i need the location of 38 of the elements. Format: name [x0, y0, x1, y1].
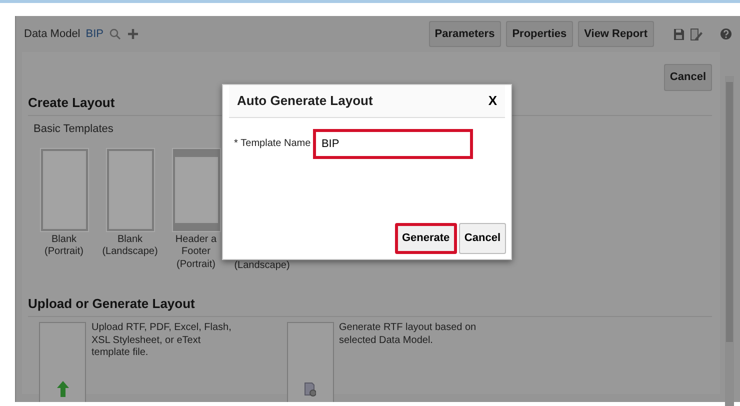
toolbar-button[interactable]: View Report: [578, 20, 654, 48]
template-label: Blank: [116, 234, 144, 246]
template-name-field[interactable]: BIP: [313, 128, 474, 158]
search-icon[interactable]: [109, 28, 121, 40]
close-button[interactable]: X: [488, 91, 497, 110]
cancel-button[interactable]: Cancel: [664, 64, 712, 90]
required-marker: *: [234, 137, 238, 151]
help-icon[interactable]: [720, 28, 732, 40]
field-label: Template Name: [240, 137, 311, 151]
dialog-button[interactable]: Generate: [394, 223, 457, 254]
option-description: Generate RTF layout based on selected Data Model.: [339, 322, 478, 348]
toolbar-button[interactable]: Parameters: [428, 20, 501, 48]
template-label: (Landscape): [234, 260, 290, 272]
save-icon[interactable]: [672, 28, 684, 40]
template-thumbnail[interactable]: [172, 148, 220, 231]
scrollbar[interactable]: [725, 76, 734, 406]
template-label: Header a: [175, 234, 217, 246]
toolbar-button[interactable]: Properties: [506, 20, 573, 48]
up-arrow-icon: [56, 380, 68, 396]
toolbar-title: Data Model: [24, 26, 80, 42]
template-label: (Portrait): [176, 258, 216, 271]
subheading: Basic Templates: [34, 122, 114, 138]
dialog-button[interactable]: Cancel: [459, 223, 506, 254]
template-thumbnail[interactable]: [40, 148, 88, 231]
plus-icon[interactable]: [126, 28, 138, 40]
layout-option-card[interactable]: [39, 322, 86, 402]
dialog-title: Auto Generate Layout: [237, 92, 373, 110]
template-label: Footer: [180, 246, 212, 258]
option-description: Upload RTF, PDF, Excel, Flash, XSL Stylesheet, or eText template file.: [92, 322, 232, 360]
template-label: (Portrait): [44, 246, 84, 258]
layout-option-card[interactable]: [286, 322, 334, 402]
section-heading: Upload or Generate Layout: [28, 294, 712, 316]
template-label: Blank: [50, 234, 78, 246]
template-thumbnail[interactable]: [106, 148, 154, 231]
data-model-link[interactable]: BIP: [86, 26, 104, 42]
edit-document-icon[interactable]: [690, 28, 703, 40]
document-gear-icon: [304, 382, 316, 396]
template-label: (Landscape): [102, 246, 158, 258]
